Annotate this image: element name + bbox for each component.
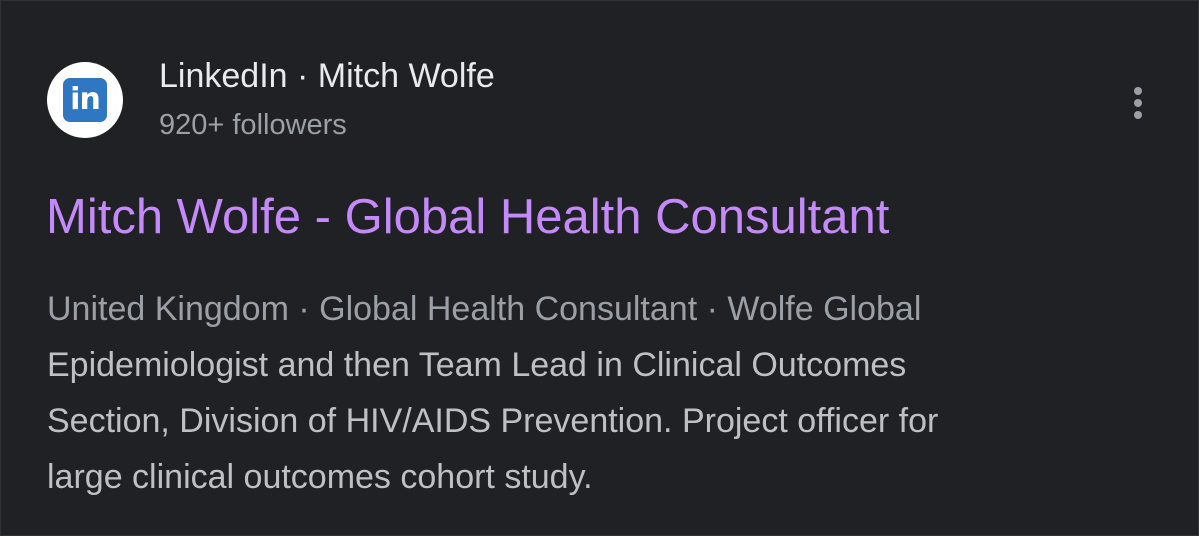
more-options-button[interactable] — [1121, 81, 1155, 125]
snippet-line: Epidemiologist and then Team Lead in Cli… — [47, 346, 907, 384]
source-name: LinkedIn — [159, 57, 288, 95]
result-snippet: United Kingdom · Global Health Consultan… — [47, 281, 1157, 505]
search-result-card: in LinkedIn · Mitch Wolfe 920+ followers… — [0, 0, 1199, 536]
linkedin-logo-mark: in — [63, 78, 107, 122]
source-author: Mitch Wolfe — [317, 57, 495, 95]
linkedin-logo-icon[interactable]: in — [47, 62, 123, 138]
more-vert-icon — [1134, 87, 1142, 95]
snippet-line: Section, Division of HIV/AIDS Prevention… — [47, 402, 939, 440]
result-meta-line: United Kingdom · Global Health Consultan… — [47, 290, 922, 328]
followers-count: 920+ followers — [159, 109, 347, 141]
result-title-link[interactable]: Mitch Wolfe - Global Health Consultant — [46, 187, 889, 247]
more-vert-icon-dot — [1134, 99, 1142, 107]
source-separator: · — [297, 57, 309, 95]
result-source-line[interactable]: LinkedIn · Mitch Wolfe — [159, 55, 495, 97]
snippet-line: large clinical outcomes cohort study. — [47, 458, 593, 496]
more-vert-icon-dot — [1134, 111, 1142, 119]
